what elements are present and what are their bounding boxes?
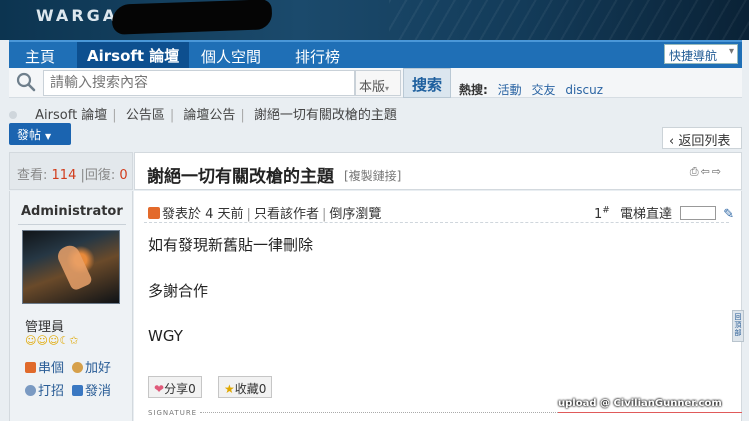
heart-icon: ❤ [154,382,165,396]
quick-nav-dropdown[interactable]: 快捷導航 ▾ [664,44,738,64]
divider [144,222,729,223]
hot-search-link[interactable]: 交友 [531,83,555,97]
floor-jump-input[interactable] [680,206,717,220]
jump-label: 電梯直達 [619,207,672,222]
print-icon[interactable]: ⎙ [690,165,701,178]
search-scope-select[interactable]: 本版▾ [355,70,401,96]
search-button[interactable]: 搜索 [403,68,451,98]
breadcrumb: Airsoft 論壇 | 公告區 | 論壇公告 | 謝絕一切有關改槍的主題 [9,104,397,123]
search-input[interactable] [43,70,355,96]
search-bar: 本版▾ 搜索 熱搜: 活動 交友 discuz [9,68,742,98]
back-to-list-label: 返回列表 [678,134,731,149]
hot-search-link[interactable]: 活動 [498,83,522,97]
share-button[interactable]: ❤分享0 [148,376,202,398]
copy-link[interactable]: [複製鏈接] [344,167,401,184]
hot-searches-label: 熱搜: [459,83,488,97]
mail-icon [72,385,83,396]
wrench-icon[interactable]: ✎ [723,207,734,222]
site-logo[interactable]: WARGA [36,6,118,25]
home-icon[interactable] [9,111,17,119]
new-post-button[interactable]: 發帖 ▼ [9,123,71,145]
favorite-button[interactable]: ★收藏0 [218,376,273,398]
back-to-top-button[interactable]: 回頂部 [732,310,744,342]
back-to-list-button[interactable]: ‹ 返回列表 [662,127,742,149]
action-add-friend[interactable]: 加好 [72,357,111,376]
author-column: Administrator 管理員 ☺☺☺☾✩ 串個 加好 打招 發消 [9,191,133,421]
tab-home[interactable]: 主頁 [25,46,55,67]
only-author-link[interactable]: 只看該作者 [254,207,319,222]
action-send-message[interactable]: 發消 [72,380,111,399]
post-body-line: 多謝合作 [148,282,209,300]
avatar[interactable] [22,230,120,304]
author-badge-icon [148,207,160,219]
post-time: 發表於 4 天前 [162,207,244,222]
breadcrumb-item[interactable]: Airsoft 論壇 [35,108,107,123]
next-thread-icon[interactable]: ⇨ [712,165,723,178]
hot-search-link[interactable]: discuz [565,83,603,97]
thread-stats: 查看: 114 |回復: 0 [9,152,133,190]
views-label: 查看: [17,168,48,183]
views-count: 114 [51,168,77,183]
share-count: 0 [188,382,196,396]
home-icon [25,362,36,373]
rank-stars-icon: ☺☺☺☾✩ [25,334,79,347]
thread-tools: ⎙⇦⇨ [690,165,723,179]
breadcrumb-item[interactable]: 謝絕一切有關改槍的主題 [254,108,397,123]
chevron-down-icon: ▾ [728,46,734,57]
chevron-down-icon: ▼ [45,132,52,141]
floor-mark: # [602,205,610,216]
site-banner: WARGA [0,0,749,40]
add-friend-icon [72,362,83,373]
quick-nav-label: 快捷導航 [669,49,718,63]
tab-ranking[interactable]: 排行榜 [295,46,340,67]
search-icon [16,72,36,92]
signature-label: SIGNATURE [148,409,198,417]
post-content: 發表於 4 天前 | 只看該作者 | 倒序瀏覽 1# 電梯直達 ✎ 如有發現新舊貼一律刪… [134,191,742,421]
thread-title-bar: 謝絕一切有關改槍的主題 [複製鏈接] ⎙⇦⇨ [134,152,742,190]
poke-icon [25,385,36,396]
star-icon: ★ [224,382,235,396]
post-body-line: WGY [148,327,183,345]
watermark: upload @ CivilianGunner.com [558,398,722,409]
banner-pattern [389,0,749,40]
action-view-threads[interactable]: 串個 [25,357,64,376]
prev-thread-icon[interactable]: ⇦ [701,165,712,178]
action-poke[interactable]: 打招 [25,380,64,399]
main-nav: 主頁 Airsoft 論壇 個人空間 排行榜 快捷導航 ▾ [9,40,742,68]
floor-info: 1# 電梯直達 ✎ [594,203,734,222]
watermark-underline [558,412,742,413]
signature-divider: SIGNATURE [148,409,561,417]
thread-title[interactable]: 謝絕一切有關改槍的主題 [147,162,334,187]
tab-airsoft-forum[interactable]: Airsoft 論壇 [77,42,190,68]
new-post-label: 發帖 [17,128,42,142]
tab-personal-space[interactable]: 個人空間 [201,46,261,67]
redaction-scribble [111,0,273,35]
chevron-down-icon: ▾ [385,84,390,93]
reverse-order-link[interactable]: 倒序瀏覽 [329,207,381,222]
user-group[interactable]: 管理員 [25,316,64,335]
post-meta: 發表於 4 天前 | 只看該作者 | 倒序瀏覽 [148,203,381,222]
divider [18,224,126,225]
author-name[interactable]: Administrator [21,204,123,219]
breadcrumb-item[interactable]: 公告區 [126,108,165,123]
replies-label: 回復: [84,168,116,183]
chevron-left-icon: ‹ [669,134,675,149]
favorite-count: 0 [258,382,267,396]
breadcrumb-item[interactable]: 論壇公告 [183,108,235,123]
hot-searches: 熱搜: 活動 交友 discuz [459,81,603,98]
post-body-line: 如有發現新舊貼一律刪除 [148,236,314,254]
search-scope-value: 本版 [359,80,386,95]
replies-count: 0 [119,168,128,183]
